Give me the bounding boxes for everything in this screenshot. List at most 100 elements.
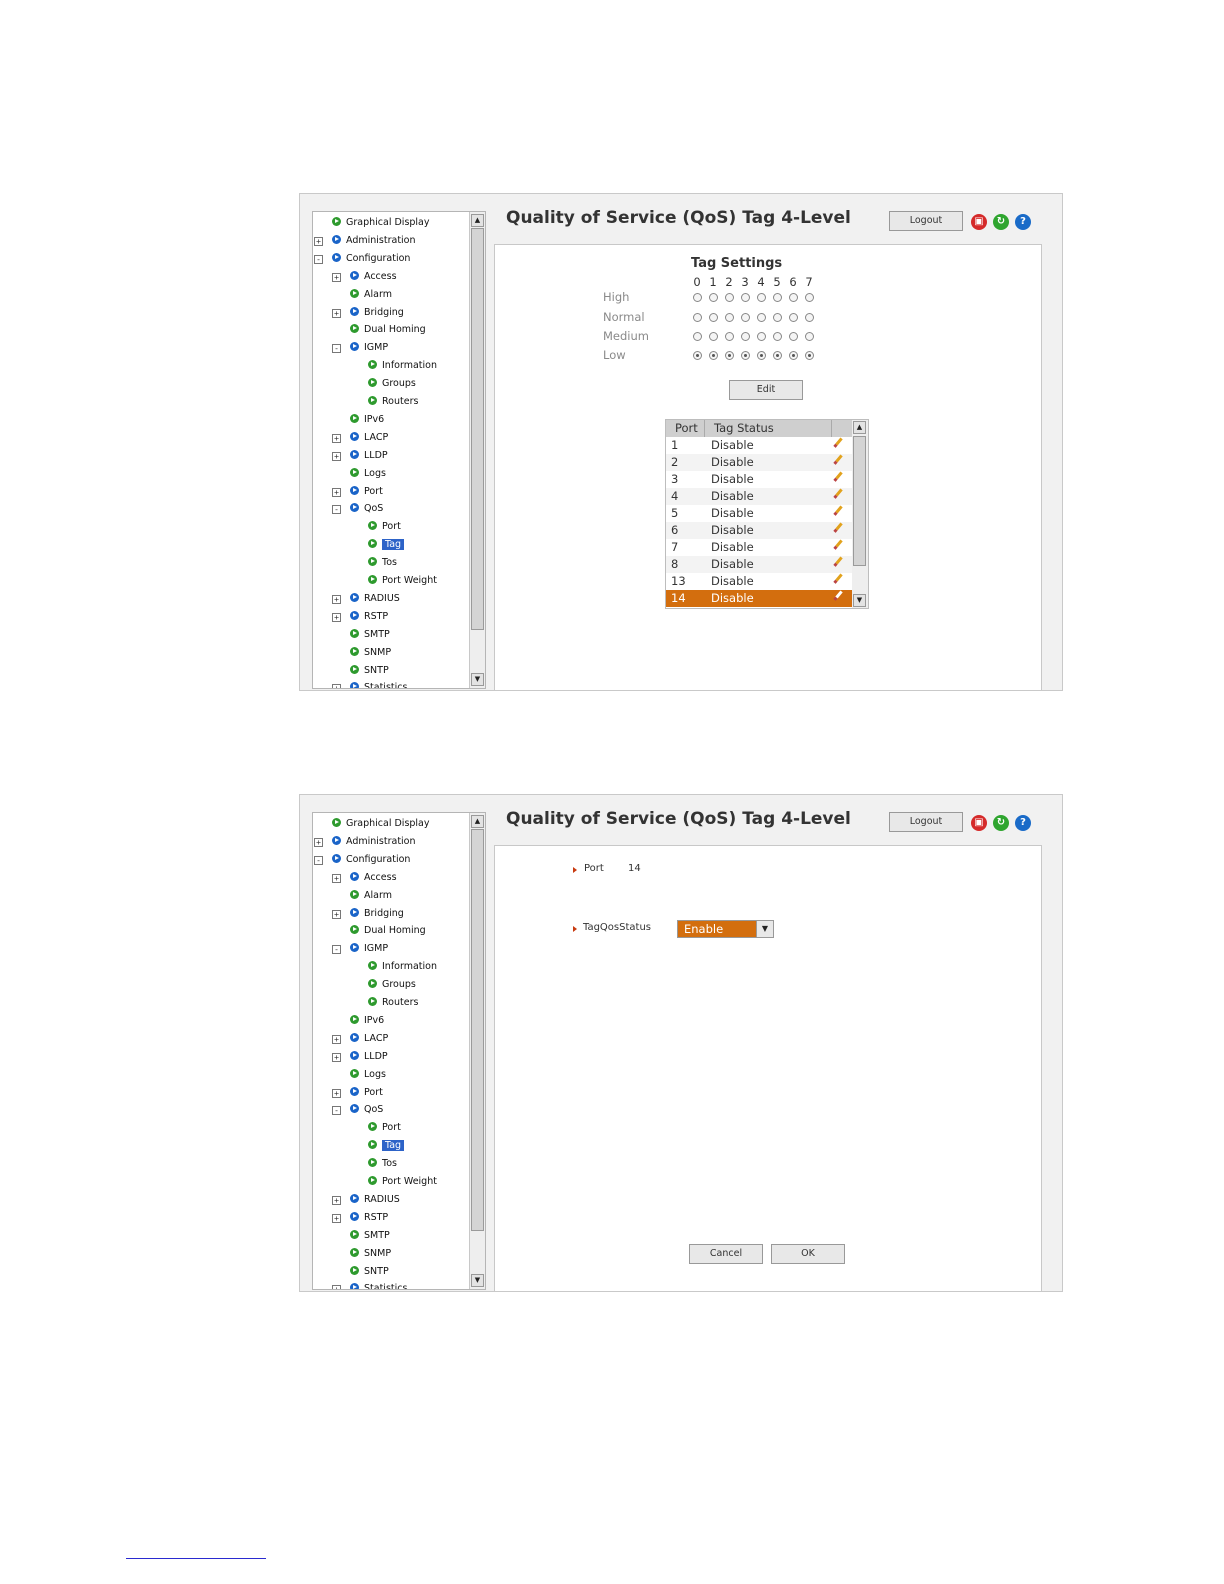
table-row[interactable]: 14 Disable: [666, 590, 852, 607]
scroll-up-arrow-icon[interactable]: ▲: [471, 214, 484, 227]
pencil-edit-icon[interactable]: [835, 522, 843, 531]
pencil-edit-icon[interactable]: [835, 454, 843, 463]
sidebar-item[interactable]: + Statistics: [332, 1281, 407, 1289]
expand-icon[interactable]: +: [314, 837, 323, 847]
sidebar-item[interactable]: - IGMP: [332, 941, 388, 957]
logout-button[interactable]: Logout: [889, 211, 963, 231]
scroll-down-arrow-icon[interactable]: ▼: [471, 1274, 484, 1287]
collapse-icon[interactable]: -: [332, 505, 341, 515]
priority-radio[interactable]: [709, 332, 718, 341]
expand-icon[interactable]: +: [332, 873, 341, 883]
logout-button[interactable]: Logout: [889, 812, 963, 832]
column-header-port[interactable]: Port: [675, 421, 698, 435]
priority-radio[interactable]: [773, 332, 782, 341]
help-icon[interactable]: ?: [1015, 214, 1031, 230]
priority-radio[interactable]: [741, 313, 750, 322]
table-row[interactable]: 2 Disable: [666, 454, 852, 471]
scroll-down-arrow-icon[interactable]: ▼: [853, 594, 866, 607]
expand-icon[interactable]: +: [332, 272, 341, 282]
priority-radio[interactable]: [757, 293, 766, 302]
expand-icon[interactable]: +: [332, 1088, 341, 1098]
pencil-edit-icon[interactable]: [835, 539, 843, 548]
sidebar-item[interactable]: - Configuration: [314, 852, 410, 868]
sidebar-item[interactable]: IPv6: [350, 412, 384, 428]
expand-icon[interactable]: +: [332, 612, 341, 622]
save-icon[interactable]: ▣: [971, 815, 987, 831]
priority-radio[interactable]: [757, 332, 766, 341]
sidebar-item[interactable]: SMTP: [350, 627, 390, 643]
priority-radio[interactable]: [693, 313, 702, 322]
priority-radio[interactable]: [709, 313, 718, 322]
scroll-thumb[interactable]: [471, 829, 484, 1231]
expand-icon[interactable]: +: [332, 487, 341, 497]
table-row[interactable]: 5 Disable: [666, 505, 852, 522]
sidebar-item[interactable]: + RSTP: [332, 609, 388, 625]
scroll-up-arrow-icon[interactable]: ▲: [471, 815, 484, 828]
priority-radio[interactable]: [693, 351, 702, 360]
sidebar-item[interactable]: - QoS: [332, 1102, 383, 1118]
sidebar-item[interactable]: + Port: [332, 1085, 383, 1101]
table-scrollbar[interactable]: ▲ ▼: [852, 420, 868, 608]
pencil-edit-icon[interactable]: [835, 488, 843, 497]
priority-radio[interactable]: [741, 351, 750, 360]
priority-radio[interactable]: [725, 351, 734, 360]
ok-button[interactable]: OK: [771, 1244, 845, 1264]
sidebar-item[interactable]: Tos: [368, 1156, 397, 1172]
sidebar-item[interactable]: Graphical Display: [332, 215, 430, 231]
sidebar-item[interactable]: + RSTP: [332, 1210, 388, 1226]
priority-radio[interactable]: [789, 293, 798, 302]
sidebar-item[interactable]: SNTP: [350, 663, 389, 679]
expand-icon[interactable]: +: [332, 308, 341, 318]
sidebar-item[interactable]: Alarm: [350, 287, 392, 303]
sidebar-item[interactable]: Routers: [368, 394, 418, 410]
pencil-edit-icon[interactable]: [835, 437, 843, 446]
sidebar-item[interactable]: Groups: [368, 977, 416, 993]
sidebar-item[interactable]: Information: [368, 959, 437, 975]
sidebar-item[interactable]: Port: [368, 519, 401, 535]
tag-qos-status-value[interactable]: Enable: [678, 921, 756, 937]
sidebar-item[interactable]: + LACP: [332, 1031, 388, 1047]
table-row[interactable]: 7 Disable: [666, 539, 852, 556]
collapse-icon[interactable]: -: [332, 344, 341, 354]
sidebar-item[interactable]: Alarm: [350, 888, 392, 904]
chevron-down-icon[interactable]: ▼: [756, 921, 773, 937]
priority-radio[interactable]: [725, 313, 734, 322]
priority-radio[interactable]: [805, 351, 814, 360]
scroll-down-arrow-icon[interactable]: ▼: [471, 673, 484, 686]
priority-radio[interactable]: [693, 332, 702, 341]
priority-radio[interactable]: [789, 332, 798, 341]
sidebar-item[interactable]: + Access: [332, 269, 397, 285]
refresh-icon[interactable]: ↻: [993, 815, 1009, 831]
sidebar-item[interactable]: Groups: [368, 376, 416, 392]
priority-radio[interactable]: [773, 313, 782, 322]
expand-icon[interactable]: +: [332, 451, 341, 461]
sidebar-item[interactable]: SNMP: [350, 645, 391, 661]
scroll-thumb[interactable]: [853, 436, 866, 566]
sidebar-item[interactable]: Port Weight: [368, 1174, 437, 1190]
pencil-edit-icon[interactable]: [835, 556, 843, 565]
expand-icon[interactable]: +: [332, 1285, 341, 1289]
expand-icon[interactable]: +: [332, 909, 341, 919]
priority-radio[interactable]: [709, 293, 718, 302]
pencil-edit-icon[interactable]: [835, 471, 843, 480]
expand-icon[interactable]: +: [332, 1034, 341, 1044]
table-row[interactable]: 13 Disable: [666, 573, 852, 590]
cancel-button[interactable]: Cancel: [689, 1244, 763, 1264]
scroll-thumb[interactable]: [471, 228, 484, 630]
expand-icon[interactable]: +: [332, 1195, 341, 1205]
sidebar-item[interactable]: - IGMP: [332, 340, 388, 356]
sidebar-item[interactable]: + Administration: [314, 233, 416, 249]
sidebar-item[interactable]: Port: [368, 1120, 401, 1136]
priority-radio[interactable]: [773, 293, 782, 302]
tag-qos-status-select[interactable]: Enable ▼: [677, 920, 774, 938]
sidebar-item[interactable]: + Administration: [314, 834, 416, 850]
priority-radio[interactable]: [741, 293, 750, 302]
tree-scrollbar[interactable]: ▲ ▼: [469, 813, 485, 1289]
sidebar-item[interactable]: Tag: [368, 537, 405, 553]
priority-radio[interactable]: [725, 293, 734, 302]
pencil-edit-icon[interactable]: [835, 573, 843, 582]
expand-icon[interactable]: +: [332, 433, 341, 443]
expand-icon[interactable]: +: [314, 236, 323, 246]
sidebar-item[interactable]: Dual Homing: [350, 322, 426, 338]
priority-radio[interactable]: [805, 332, 814, 341]
